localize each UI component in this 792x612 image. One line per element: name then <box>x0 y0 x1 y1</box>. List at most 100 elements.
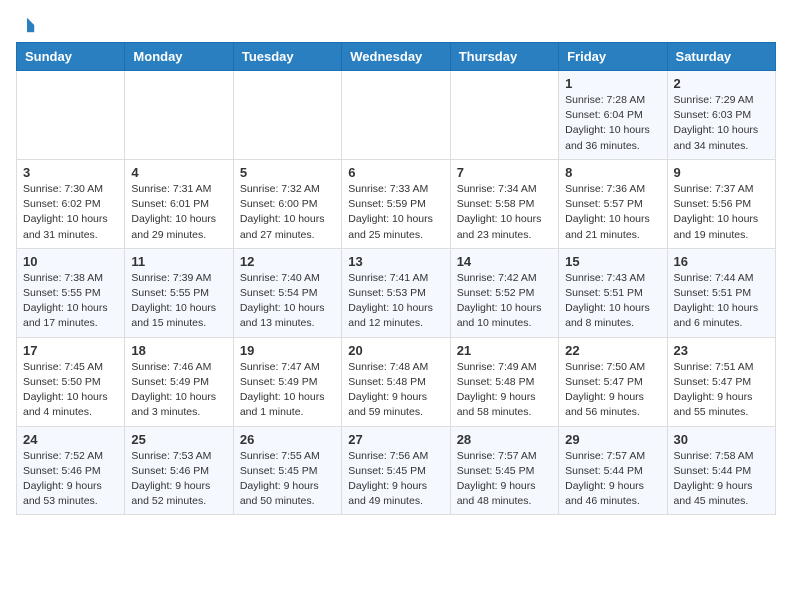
day-number: 22 <box>565 343 660 358</box>
calendar-cell: 23 Sunrise: 7:51 AM Sunset: 5:47 PM Dayli… <box>667 337 775 426</box>
calendar-cell: 2Sunrise: 7:29 AM Sunset: 6:03 PM Daylig… <box>667 71 775 160</box>
day-info: Sunrise: 7:57 AM Sunset: 5:45 PM Dayligh… <box>457 449 552 510</box>
day-number: 15 <box>565 254 660 269</box>
calendar-cell: 3Sunrise: 7:30 AM Sunset: 6:02 PM Daylig… <box>17 159 125 248</box>
day-number: 19 <box>240 343 335 358</box>
day-number: 17 <box>23 343 118 358</box>
day-info: Sunrise: 7:33 AM Sunset: 5:59 PM Dayligh… <box>348 182 443 243</box>
day-info: Sunrise: 7:50 AM Sunset: 5:47 PM Dayligh… <box>565 360 660 421</box>
week-row-3: 10 Sunrise: 7:38 AM Sunset: 5:55 PM Dayli… <box>17 248 776 337</box>
calendar-cell: 17 Sunrise: 7:45 AM Sunset: 5:50 PM Dayli… <box>17 337 125 426</box>
day-number: 29 <box>565 432 660 447</box>
calendar-table: SundayMondayTuesdayWednesdayThursdayFrid… <box>16 42 776 515</box>
day-info: Sunrise: 7:46 AM Sunset: 5:49 PM Dayligh… <box>131 360 226 421</box>
day-number: 5 <box>240 165 335 180</box>
logo-icon <box>18 16 36 34</box>
calendar-cell: 10 Sunrise: 7:38 AM Sunset: 5:55 PM Dayli… <box>17 248 125 337</box>
week-row-5: 24 Sunrise: 7:52 AM Sunset: 5:46 PM Dayli… <box>17 426 776 515</box>
week-row-4: 17 Sunrise: 7:45 AM Sunset: 5:50 PM Dayli… <box>17 337 776 426</box>
calendar-cell <box>125 71 233 160</box>
day-number: 21 <box>457 343 552 358</box>
weekday-header-monday: Monday <box>125 43 233 71</box>
weekday-header-saturday: Saturday <box>667 43 775 71</box>
calendar-cell: 6 Sunrise: 7:33 AM Sunset: 5:59 PM Daylig… <box>342 159 450 248</box>
day-info: Sunrise: 7:56 AM Sunset: 5:45 PM Dayligh… <box>348 449 443 510</box>
day-info: Sunrise: 7:44 AM Sunset: 5:51 PM Dayligh… <box>674 271 769 332</box>
day-number: 28 <box>457 432 552 447</box>
weekday-header-friday: Friday <box>559 43 667 71</box>
calendar-cell <box>233 71 341 160</box>
calendar-cell: 30 Sunrise: 7:58 AM Sunset: 5:44 PM Dayli… <box>667 426 775 515</box>
day-number: 4 <box>131 165 226 180</box>
day-number: 9 <box>674 165 769 180</box>
weekday-header-sunday: Sunday <box>17 43 125 71</box>
calendar-cell: 11 Sunrise: 7:39 AM Sunset: 5:55 PM Dayli… <box>125 248 233 337</box>
calendar-cell: 4 Sunrise: 7:31 AM Sunset: 6:01 PM Daylig… <box>125 159 233 248</box>
day-info: Sunrise: 7:53 AM Sunset: 5:46 PM Dayligh… <box>131 449 226 510</box>
day-info: Sunrise: 7:34 AM Sunset: 5:58 PM Dayligh… <box>457 182 552 243</box>
calendar-cell: 27 Sunrise: 7:56 AM Sunset: 5:45 PM Dayli… <box>342 426 450 515</box>
calendar-cell: 28 Sunrise: 7:57 AM Sunset: 5:45 PM Dayli… <box>450 426 558 515</box>
calendar-cell: 9 Sunrise: 7:37 AM Sunset: 5:56 PM Daylig… <box>667 159 775 248</box>
calendar-cell: 26Sunrise: 7:55 AM Sunset: 5:45 PM Dayli… <box>233 426 341 515</box>
day-number: 2 <box>674 76 769 91</box>
day-number: 27 <box>348 432 443 447</box>
day-info: Sunrise: 7:43 AM Sunset: 5:51 PM Dayligh… <box>565 271 660 332</box>
week-row-1: 1Sunrise: 7:28 AM Sunset: 6:04 PM Daylig… <box>17 71 776 160</box>
day-info: Sunrise: 7:41 AM Sunset: 5:53 PM Dayligh… <box>348 271 443 332</box>
day-number: 16 <box>674 254 769 269</box>
day-number: 6 <box>348 165 443 180</box>
weekday-header-row: SundayMondayTuesdayWednesdayThursdayFrid… <box>17 43 776 71</box>
weekday-header-tuesday: Tuesday <box>233 43 341 71</box>
day-number: 25 <box>131 432 226 447</box>
day-number: 30 <box>674 432 769 447</box>
calendar-cell: 19 Sunrise: 7:47 AM Sunset: 5:49 PM Dayli… <box>233 337 341 426</box>
day-info: Sunrise: 7:58 AM Sunset: 5:44 PM Dayligh… <box>674 449 769 510</box>
day-info: Sunrise: 7:49 AM Sunset: 5:48 PM Dayligh… <box>457 360 552 421</box>
calendar-cell: 7 Sunrise: 7:34 AM Sunset: 5:58 PM Daylig… <box>450 159 558 248</box>
week-row-2: 3Sunrise: 7:30 AM Sunset: 6:02 PM Daylig… <box>17 159 776 248</box>
calendar-cell: 14Sunrise: 7:42 AM Sunset: 5:52 PM Dayli… <box>450 248 558 337</box>
calendar-cell: 20 Sunrise: 7:48 AM Sunset: 5:48 PM Dayli… <box>342 337 450 426</box>
day-number: 13 <box>348 254 443 269</box>
day-number: 8 <box>565 165 660 180</box>
calendar-cell: 29 Sunrise: 7:57 AM Sunset: 5:44 PM Dayli… <box>559 426 667 515</box>
day-info: Sunrise: 7:28 AM Sunset: 6:04 PM Dayligh… <box>565 93 660 154</box>
page-header <box>16 16 776 30</box>
calendar-cell: 12Sunrise: 7:40 AM Sunset: 5:54 PM Dayli… <box>233 248 341 337</box>
calendar-cell: 24 Sunrise: 7:52 AM Sunset: 5:46 PM Dayli… <box>17 426 125 515</box>
weekday-header-wednesday: Wednesday <box>342 43 450 71</box>
day-info: Sunrise: 7:31 AM Sunset: 6:01 PM Dayligh… <box>131 182 226 243</box>
day-info: Sunrise: 7:45 AM Sunset: 5:50 PM Dayligh… <box>23 360 118 421</box>
day-number: 23 <box>674 343 769 358</box>
day-info: Sunrise: 7:32 AM Sunset: 6:00 PM Dayligh… <box>240 182 335 243</box>
day-number: 20 <box>348 343 443 358</box>
calendar-cell: 16 Sunrise: 7:44 AM Sunset: 5:51 PM Dayli… <box>667 248 775 337</box>
day-info: Sunrise: 7:39 AM Sunset: 5:55 PM Dayligh… <box>131 271 226 332</box>
calendar-cell <box>450 71 558 160</box>
day-info: Sunrise: 7:51 AM Sunset: 5:47 PM Dayligh… <box>674 360 769 421</box>
day-number: 11 <box>131 254 226 269</box>
calendar-cell <box>17 71 125 160</box>
calendar-cell: 22 Sunrise: 7:50 AM Sunset: 5:47 PM Dayli… <box>559 337 667 426</box>
day-number: 24 <box>23 432 118 447</box>
day-info: Sunrise: 7:47 AM Sunset: 5:49 PM Dayligh… <box>240 360 335 421</box>
day-info: Sunrise: 7:52 AM Sunset: 5:46 PM Dayligh… <box>23 449 118 510</box>
calendar-cell: 21 Sunrise: 7:49 AM Sunset: 5:48 PM Dayli… <box>450 337 558 426</box>
day-info: Sunrise: 7:37 AM Sunset: 5:56 PM Dayligh… <box>674 182 769 243</box>
calendar-cell: 1Sunrise: 7:28 AM Sunset: 6:04 PM Daylig… <box>559 71 667 160</box>
day-info: Sunrise: 7:48 AM Sunset: 5:48 PM Dayligh… <box>348 360 443 421</box>
day-number: 7 <box>457 165 552 180</box>
day-number: 14 <box>457 254 552 269</box>
weekday-header-thursday: Thursday <box>450 43 558 71</box>
day-info: Sunrise: 7:36 AM Sunset: 5:57 PM Dayligh… <box>565 182 660 243</box>
day-info: Sunrise: 7:57 AM Sunset: 5:44 PM Dayligh… <box>565 449 660 510</box>
day-number: 18 <box>131 343 226 358</box>
calendar-cell <box>342 71 450 160</box>
calendar-cell: 5 Sunrise: 7:32 AM Sunset: 6:00 PM Daylig… <box>233 159 341 248</box>
day-number: 10 <box>23 254 118 269</box>
calendar-cell: 18 Sunrise: 7:46 AM Sunset: 5:49 PM Dayli… <box>125 337 233 426</box>
calendar-cell: 13 Sunrise: 7:41 AM Sunset: 5:53 PM Dayli… <box>342 248 450 337</box>
calendar-cell: 25 Sunrise: 7:53 AM Sunset: 5:46 PM Dayli… <box>125 426 233 515</box>
day-info: Sunrise: 7:38 AM Sunset: 5:55 PM Dayligh… <box>23 271 118 332</box>
